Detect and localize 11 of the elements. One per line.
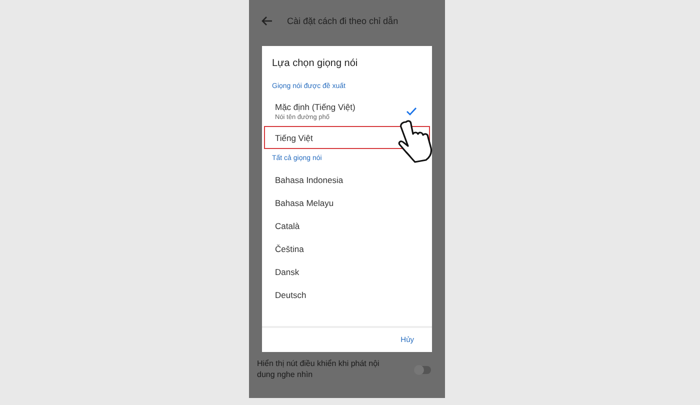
- screen-title: Cài đặt cách đi theo chỉ dẫn: [287, 16, 398, 26]
- voice-option[interactable]: Català: [264, 214, 430, 237]
- toggle-switch[interactable]: [415, 366, 431, 374]
- voice-option[interactable]: Dansk: [264, 260, 430, 283]
- back-icon[interactable]: [261, 16, 273, 26]
- voice-option[interactable]: Bahasa Indonesia: [264, 168, 430, 191]
- voice-option[interactable]: Čeština: [264, 237, 430, 260]
- voice-option[interactable]: Deutsch: [264, 283, 430, 306]
- voice-option[interactable]: Bahasa Melayu: [264, 191, 430, 214]
- setting-label: Hiển thị nút điều khiển khi phát nội dung nghe nhìn: [257, 359, 380, 380]
- dialog-title: Lựa chọn giọng nói: [271, 57, 359, 71]
